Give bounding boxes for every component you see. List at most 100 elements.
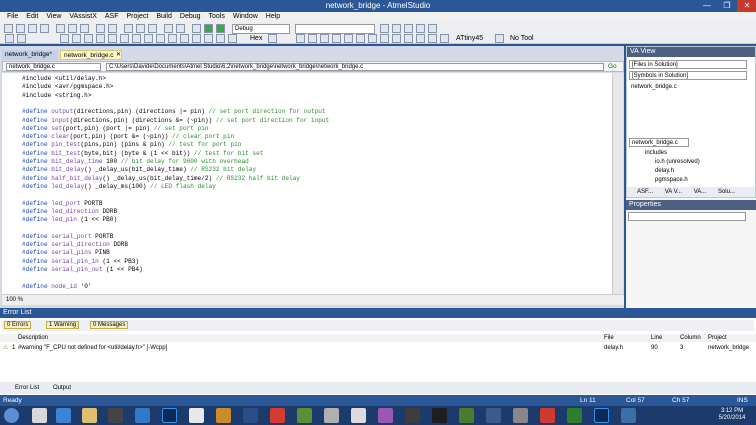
path-select[interactable]: C:\Users\Davide\Documents\Atmel Studio\6… (106, 63, 604, 71)
save-all-icon[interactable] (40, 24, 49, 33)
tree-pgmspace-h[interactable]: pgmspace.h (655, 177, 688, 183)
code-line[interactable]: #define serial_pin_in (1 << PB3) (22, 258, 139, 266)
code-line[interactable]: #define half_bit_delay() _delay_us(bit_d… (22, 175, 300, 183)
app-taskbar-icon-7[interactable] (378, 408, 393, 423)
build-icon[interactable] (124, 24, 133, 33)
editor-vertical-scrollbar[interactable] (612, 73, 623, 294)
io-view-icon[interactable] (216, 34, 225, 43)
messages-filter-button[interactable]: 0 Messages (90, 321, 129, 329)
restart-icon[interactable] (144, 34, 153, 43)
properties-icon[interactable] (404, 24, 413, 33)
ie-taskbar-icon[interactable] (56, 408, 71, 423)
app-taskbar-icon-13[interactable] (540, 408, 555, 423)
save-icon[interactable] (28, 24, 37, 33)
tab-network-bridge-c[interactable]: network_bridge.c (60, 50, 122, 60)
cut-icon[interactable] (56, 24, 65, 33)
code-line[interactable]: #define pin_test(pins,pin) (pins & pin) … (22, 141, 241, 149)
step-over-icon[interactable] (72, 34, 81, 43)
step-into-icon[interactable] (60, 34, 69, 43)
disassembly-icon[interactable] (156, 34, 165, 43)
errors-filter-button[interactable]: 0 Errors (4, 321, 32, 329)
format-icon-12[interactable] (428, 34, 437, 43)
start-button-icon[interactable] (4, 408, 19, 423)
app-taskbar-icon-6[interactable] (351, 408, 366, 423)
hex-toggle[interactable]: Hex (250, 34, 262, 43)
code-line[interactable]: #define serial_pins PINB (22, 249, 110, 257)
dreamweaver-taskbar-icon[interactable] (567, 408, 582, 423)
menu-help[interactable]: Help (262, 12, 284, 22)
paste-icon[interactable] (80, 24, 89, 33)
tool-label[interactable]: No Tool (510, 34, 534, 43)
clock[interactable]: 3:12 PM 5/20/2014 (712, 408, 752, 422)
menu-tools[interactable]: Tools (205, 12, 229, 22)
platform-select[interactable] (295, 24, 375, 34)
photoshop-2-taskbar-icon[interactable] (594, 408, 609, 423)
breakpoints-icon[interactable] (204, 34, 213, 43)
code-line[interactable]: #define led_delay() _delay_ms(100) // LE… (22, 183, 216, 191)
app-taskbar-icon-1[interactable] (189, 408, 204, 423)
reset-icon[interactable] (108, 34, 117, 43)
code-line[interactable]: #define led_direction DDRB (22, 208, 117, 216)
code-line[interactable]: #include <string.h> (22, 92, 91, 100)
tab-error-list[interactable]: Error List (0, 385, 39, 391)
close-tab-icon[interactable]: ✕ (116, 51, 121, 58)
va-file-item[interactable]: network_bridge.c (631, 84, 677, 90)
app-taskbar-icon-11[interactable] (486, 408, 501, 423)
folder-taskbar-icon[interactable] (82, 408, 97, 423)
close-button[interactable]: ✕ (737, 0, 756, 12)
header-project[interactable]: Project (708, 334, 727, 342)
tree-delay-h[interactable]: delay.h (655, 168, 674, 174)
undo-icon[interactable] (96, 24, 105, 33)
watch-icon[interactable] (192, 34, 201, 43)
uncomment-icon[interactable] (176, 24, 185, 33)
code-line[interactable]: #define clear(port,pin) (port &= (~pin))… (22, 133, 234, 141)
tree-io-h[interactable]: io.h (unresolved) (655, 159, 700, 165)
menu-vassistx[interactable]: VAssistX (65, 12, 101, 22)
menu-file[interactable]: File (3, 12, 22, 22)
processor-view-icon[interactable] (228, 34, 237, 43)
code-line[interactable]: #include <util/delay.h> (22, 75, 106, 83)
app-taskbar-icon-5[interactable] (324, 408, 339, 423)
code-line[interactable]: #define input(directions,pin) (direction… (22, 117, 329, 125)
indent-icon[interactable] (17, 34, 26, 43)
format-icon-7[interactable] (368, 34, 377, 43)
va-file-combo[interactable]: network_bridge.c (629, 138, 689, 147)
copy-icon[interactable] (68, 24, 77, 33)
menu-view[interactable]: View (42, 12, 65, 22)
tree-includes[interactable]: includes (645, 150, 667, 156)
app-taskbar-icon-14[interactable] (621, 408, 636, 423)
files-filter[interactable]: [Files in Solution] (629, 60, 747, 69)
symbols-filter[interactable]: [Symbols in Solution] (629, 71, 747, 80)
code-line[interactable]: #define serial_port PORTB (22, 233, 113, 241)
tab-asf[interactable]: ASF... (627, 189, 653, 195)
app-taskbar-icon-4[interactable] (297, 408, 312, 423)
memory-icon[interactable] (168, 34, 177, 43)
code-line[interactable]: #define bit_delay_time 100 // bit delay … (22, 158, 249, 166)
menu-asf[interactable]: ASF (101, 12, 123, 22)
step-out-icon[interactable] (84, 34, 93, 43)
align-icon[interactable] (5, 34, 14, 43)
rebuild-icon[interactable] (136, 24, 145, 33)
menu-debug[interactable]: Debug (176, 12, 205, 22)
screen-taskbar-icon[interactable] (135, 408, 150, 423)
menu-edit[interactable]: Edit (22, 12, 42, 22)
code-line[interactable]: #define led_pin (1 << PB0) (22, 216, 117, 224)
explorer-taskbar-icon[interactable] (32, 408, 47, 423)
tab-network-bridge-project[interactable]: network_bridge* (2, 50, 58, 60)
tab-va-outline[interactable]: VA... (684, 189, 707, 195)
header-column[interactable]: Column (680, 334, 701, 342)
show-data-icon[interactable] (268, 34, 277, 43)
warnings-filter-button[interactable]: 1 Warning (46, 321, 80, 329)
comment-icon[interactable] (164, 24, 173, 33)
toolbox-icon[interactable] (416, 24, 425, 33)
build-config-select[interactable]: Debug (232, 24, 290, 34)
tab-solution[interactable]: Solu... (708, 189, 735, 195)
stop-debugging-icon[interactable] (132, 34, 141, 43)
app-taskbar-icon-8[interactable] (405, 408, 420, 423)
properties-object-select[interactable] (628, 212, 746, 221)
code-line[interactable]: #include <avr/pgmspace.h> (22, 83, 113, 91)
code-line[interactable]: #define serial_pin_out (1 << PB4) (22, 266, 143, 274)
format-icon-3[interactable] (320, 34, 329, 43)
format-icon-1[interactable] (296, 34, 305, 43)
menu-window[interactable]: Window (229, 12, 262, 22)
